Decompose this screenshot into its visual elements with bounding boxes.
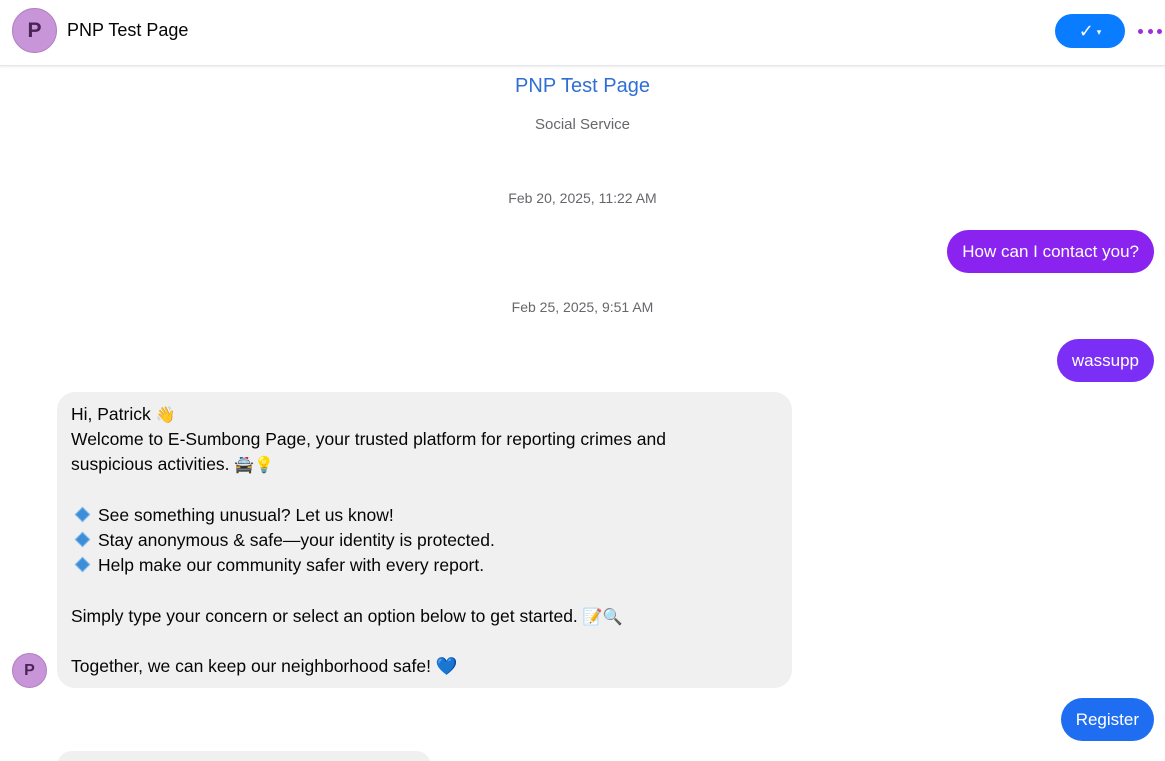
blue-heart-icon: 💙	[435, 656, 458, 677]
done-button[interactable]: ✓ ▾	[1055, 14, 1125, 48]
closing-text: Together, we can keep our neighborhood s…	[71, 655, 431, 676]
checkmark-icon: ✓	[1078, 21, 1094, 41]
bullet-text: Stay anonymous & safe—your identity is p…	[98, 530, 495, 550]
page-avatar[interactable]: P	[12, 8, 57, 53]
message-bubble-incoming[interactable]	[57, 751, 431, 761]
bullet-item: Stay anonymous & safe—your identity is p…	[71, 528, 778, 553]
message-line: Simply type your concern or select an op…	[71, 604, 778, 629]
message-line: suspicious activities. 🚔💡	[71, 452, 778, 477]
police-car-bulb-icon: 🚔💡	[234, 455, 275, 475]
blue-diamond-icon	[74, 531, 91, 548]
chevron-down-icon: ▾	[1096, 26, 1102, 37]
message-line: Hi, Patrick 👋	[71, 402, 778, 427]
instruction-text: Simply type your concern or select an op…	[71, 605, 578, 626]
memo-search-icon: 📝🔍	[582, 606, 623, 626]
message-line: Together, we can keep our neighborhood s…	[71, 654, 778, 680]
bullet-item: See something unusual? Let us know!	[71, 503, 778, 528]
page-category: Social Service	[534, 116, 631, 133]
chat-header: P PNP Test Page ✓ ▾	[0, 0, 1165, 66]
timestamp: Feb 25, 2025, 9:51 AM	[511, 299, 654, 315]
message-bubble-outgoing[interactable]: wassupp	[1056, 339, 1154, 382]
message-bubble-outgoing[interactable]: Register	[1060, 698, 1154, 741]
more-horizontal-icon[interactable]	[1138, 22, 1162, 40]
header-title[interactable]: PNP Test Page	[67, 20, 188, 41]
bullet-text: See something unusual? Let us know!	[98, 504, 394, 525]
bullet-text: Help make our community safer with every…	[98, 555, 485, 576]
sender-avatar[interactable]: P	[12, 653, 47, 688]
timestamp: Feb 20, 2025, 11:22 AM	[508, 190, 657, 206]
blue-diamond-icon	[74, 506, 91, 523]
greeting-text: Hi, Patrick	[71, 404, 151, 424]
message-line: Welcome to E-Sumbong Page, your trusted …	[71, 429, 666, 450]
welcome-text: suspicious activities.	[71, 454, 230, 475]
bullet-item: Help make our community safer with every…	[71, 553, 778, 578]
message-bubble-incoming[interactable]: Hi, Patrick 👋 Welcome to E-Sumbong Page,…	[57, 392, 792, 688]
waving-hand-icon: 👋	[155, 405, 176, 424]
page-name-link[interactable]: PNP Test Page	[0, 75, 1165, 98]
message-bubble-outgoing[interactable]: How can I contact you?	[947, 230, 1154, 273]
blue-diamond-icon	[74, 556, 91, 573]
